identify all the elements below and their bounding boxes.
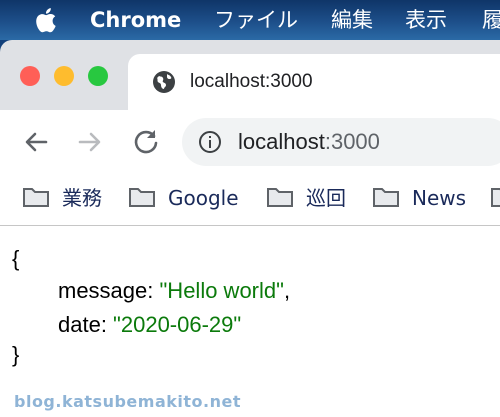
back-arrow-icon[interactable] — [20, 126, 52, 158]
forward-arrow-icon[interactable] — [74, 126, 106, 158]
menu-app-name[interactable]: Chrome — [90, 6, 181, 34]
menu-edit[interactable]: 編集 — [331, 6, 373, 34]
json-open-brace: { — [12, 246, 20, 271]
bookmark-label: 巡回 — [306, 186, 346, 210]
folder-icon — [129, 188, 155, 207]
bookmark-label: 業務 — [62, 186, 102, 210]
bookmark-label: News — [412, 186, 467, 210]
folder-icon — [373, 188, 399, 207]
folder-icon — [23, 188, 49, 207]
json-key-message: message: — [58, 278, 160, 303]
json-key-date: date: — [58, 312, 114, 337]
url-host: localhost — [238, 129, 325, 154]
menu-history[interactable]: 履 — [482, 6, 500, 34]
json-separator: , — [283, 278, 291, 303]
url-port: :3000 — [324, 129, 380, 154]
menu-file[interactable]: ファイル — [214, 6, 298, 34]
json-line-date: date: "2020-06-29" — [58, 311, 241, 339]
json-value-message: "Hello world" — [159, 278, 284, 303]
json-line-message: message: "Hello world", — [58, 277, 290, 305]
minimize-window-button[interactable] — [54, 66, 74, 86]
json-value-date: "2020-06-29" — [113, 312, 242, 337]
page-content: { message: "Hello world", date: "2020-06… — [0, 227, 500, 417]
globe-icon — [153, 71, 175, 93]
browser-tab-active[interactable]: localhost:3000 — [128, 54, 500, 110]
screen: Chrome ファイル 編集 表示 履 localhost:3000 local… — [0, 0, 500, 417]
bookmark-label: Google — [168, 186, 239, 210]
watermark: blog.katsubemakito.net — [14, 392, 241, 411]
zoom-window-button[interactable] — [88, 66, 108, 86]
json-close-brace: } — [12, 342, 20, 367]
menu-view[interactable]: 表示 — [405, 6, 447, 34]
bookmarks-bar: 業務 Google 巡回 News — [0, 174, 500, 226]
reload-icon[interactable] — [130, 126, 162, 158]
folder-icon — [267, 188, 293, 207]
address-url[interactable]: localhost:3000 — [238, 129, 380, 155]
folder-icon — [491, 188, 500, 207]
info-icon[interactable] — [198, 130, 222, 154]
address-bar[interactable]: localhost:3000 — [182, 118, 500, 166]
close-window-button[interactable] — [20, 66, 40, 86]
browser-toolbar: localhost:3000 — [0, 110, 500, 174]
mac-menu-bar: Chrome ファイル 編集 表示 履 — [0, 0, 500, 40]
apple-logo-icon[interactable] — [34, 6, 60, 34]
tab-title: localhost:3000 — [190, 71, 313, 92]
